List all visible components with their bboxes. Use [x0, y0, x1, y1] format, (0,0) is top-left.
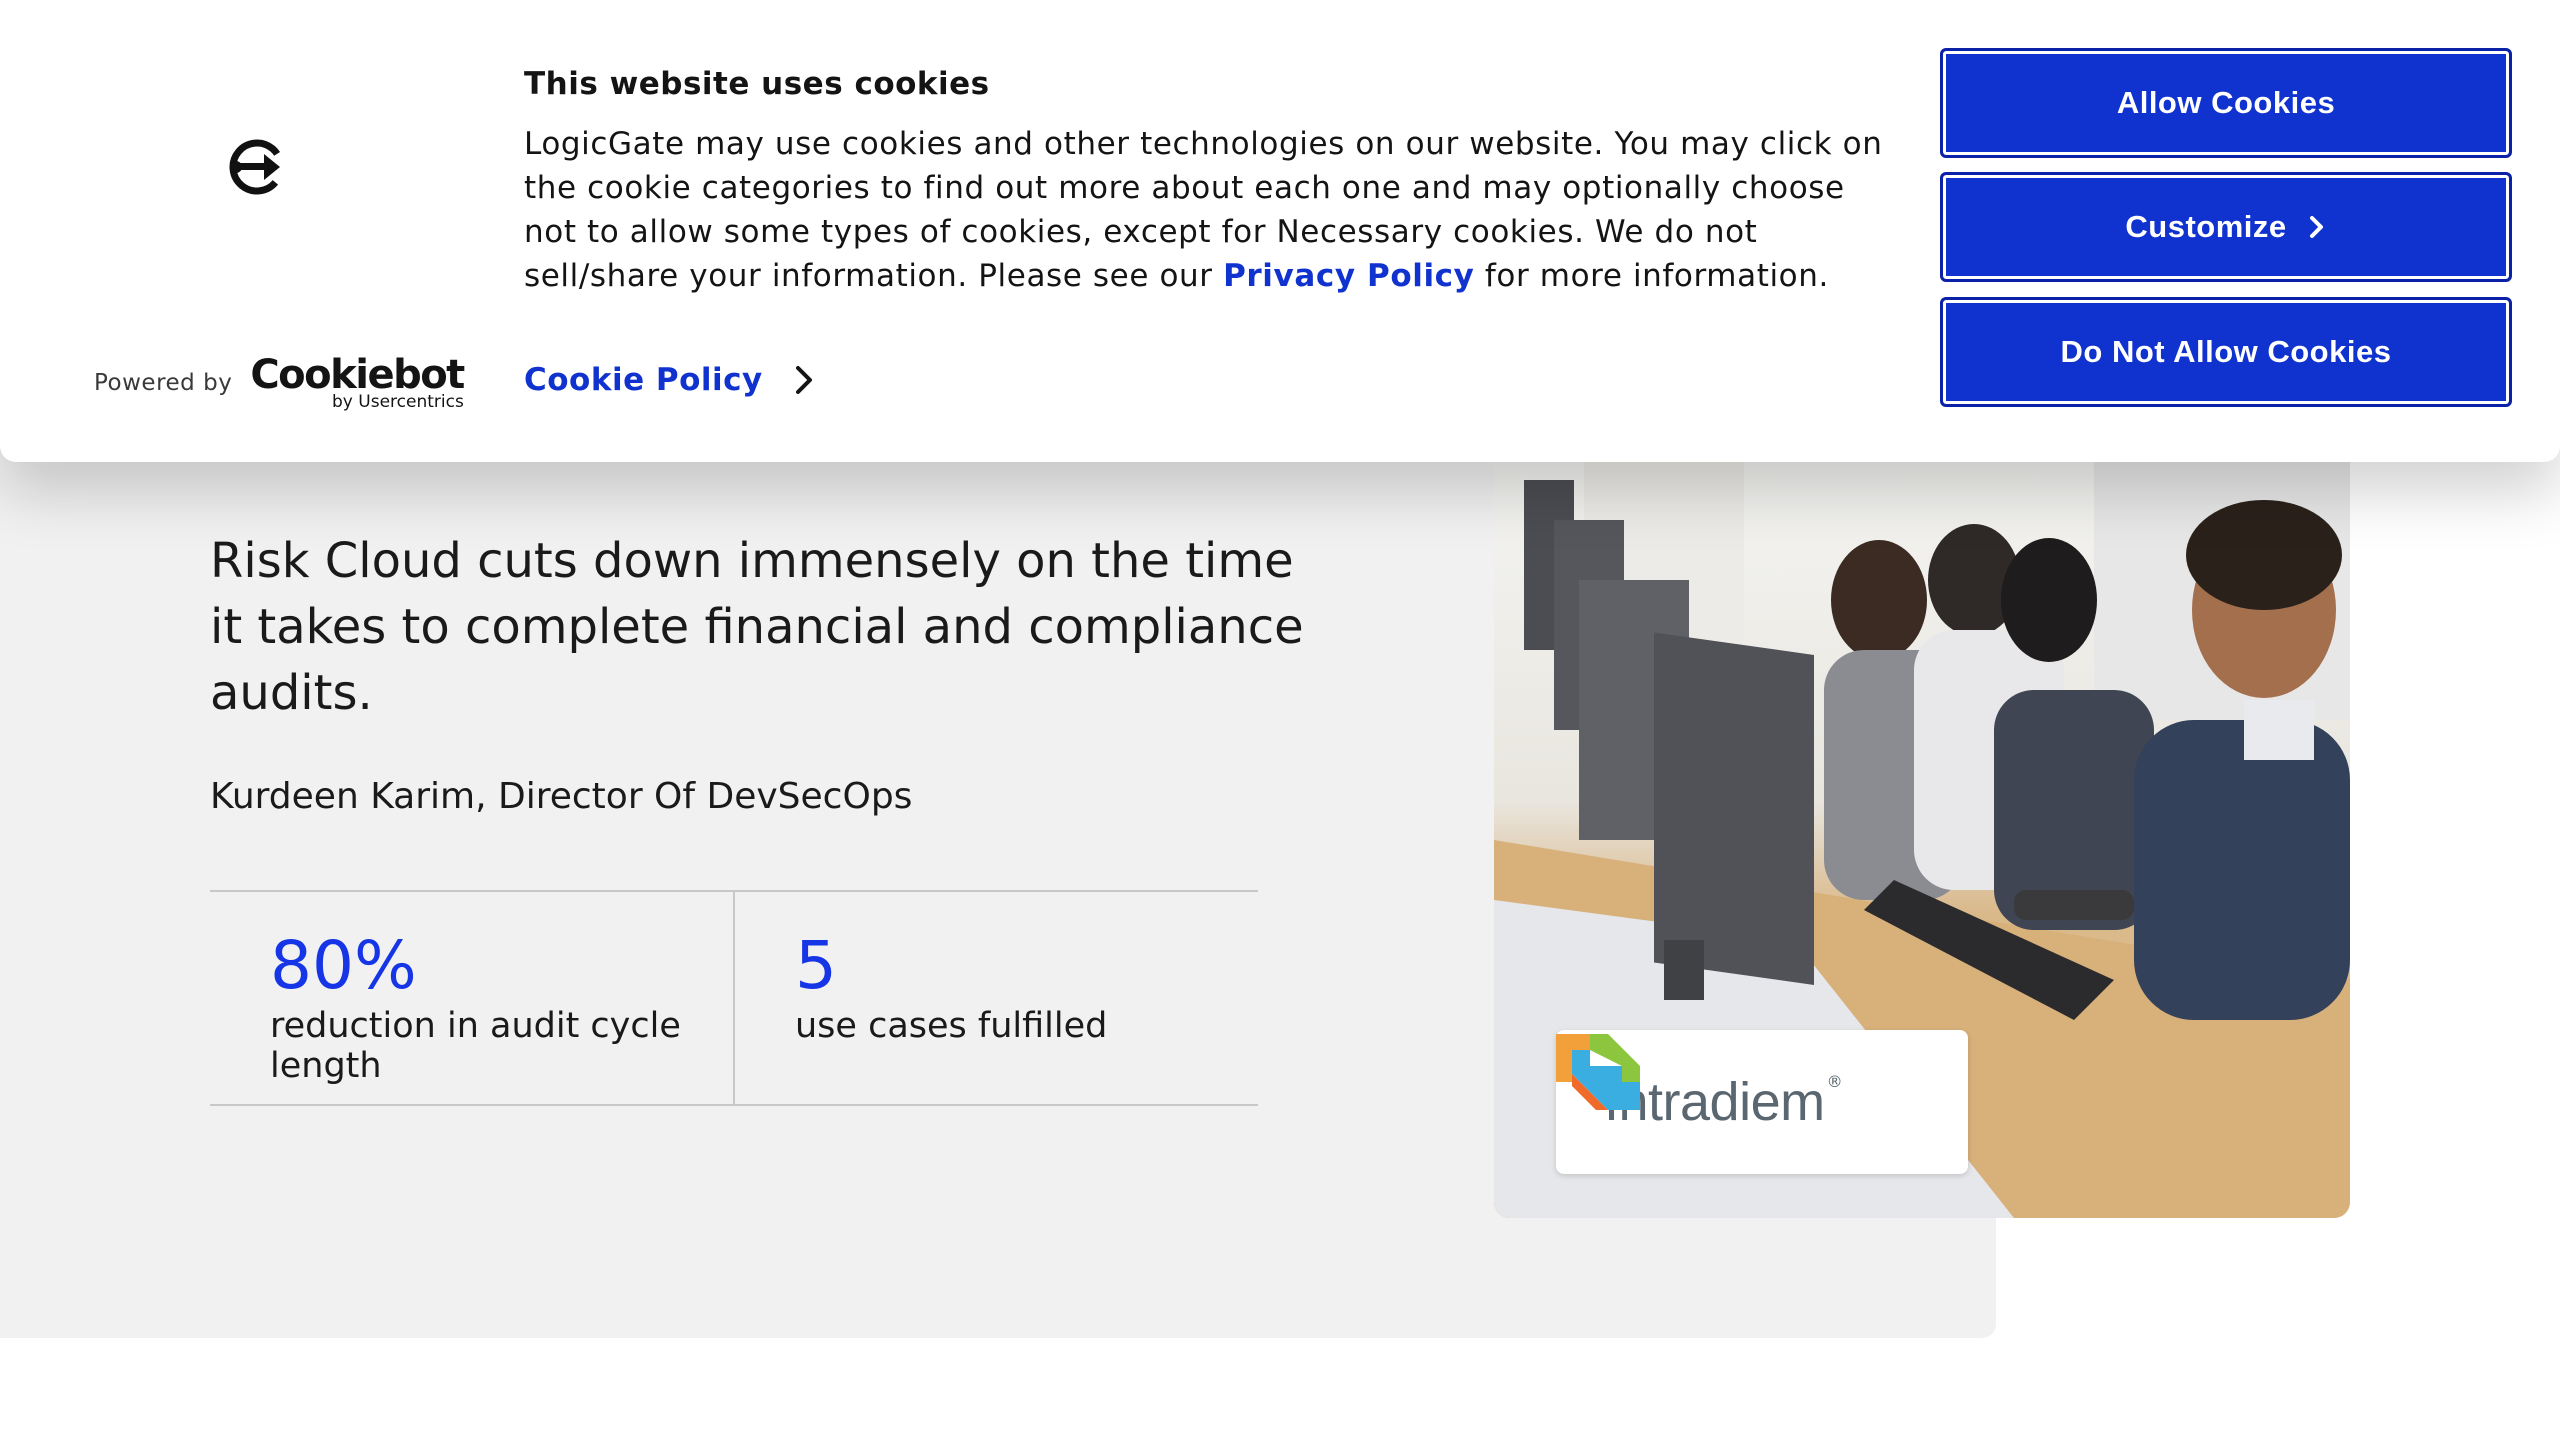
cookiebot-logo: Cookiebot by Usercentrics	[250, 352, 465, 412]
stat-audit-reduction: 80% reduction in audit cycle length	[210, 892, 733, 1104]
stat-label: use cases fulfilled	[795, 1006, 1108, 1046]
stat-value: 80%	[270, 927, 417, 1004]
cookiebot-wordmark: Cookiebot	[250, 352, 465, 398]
testimonial-author: Kurdeen Karim, Director Of DevSecOps	[210, 776, 913, 817]
allow-cookies-button[interactable]: Allow Cookies	[1940, 48, 2512, 158]
chevron-right-icon	[2309, 216, 2323, 238]
do-not-allow-label: Do Not Allow Cookies	[2060, 334, 2392, 369]
stat-value: 5	[795, 927, 837, 1004]
stats-row: 80% reduction in audit cycle length 5 us…	[210, 890, 1258, 1106]
customize-label: Customize	[2125, 209, 2287, 244]
powered-by-label: Powered by	[94, 370, 233, 396]
privacy-policy-link[interactable]: Privacy Policy	[1223, 258, 1474, 294]
customize-button[interactable]: Customize	[1940, 172, 2512, 282]
cookie-banner-title: This website uses cookies	[524, 66, 990, 102]
registered-mark: ®	[1826, 1072, 1843, 1091]
customer-logo-card: Intradiem ®	[1556, 1030, 1968, 1174]
do-not-allow-cookies-button[interactable]: Do Not Allow Cookies	[1940, 297, 2512, 407]
cookie-banner-text: LogicGate may use cookies and other tech…	[524, 122, 1904, 298]
stat-label: reduction in audit cycle length	[270, 1006, 681, 1086]
intradiem-mark-icon	[1556, 1034, 1640, 1110]
customer-photo: Intradiem ®	[1494, 460, 2350, 1218]
stat-use-cases: 5 use cases fulfilled	[733, 892, 1258, 1104]
testimonial-quote: Risk Cloud cuts down immensely on the ti…	[210, 533, 1304, 721]
cookie-policy-label: Cookie Policy	[524, 362, 763, 398]
cookie-body-suffix: for more information.	[1474, 258, 1829, 294]
cookiebot-subtitle: by Usercentrics	[332, 392, 464, 412]
cookie-policy-link[interactable]: Cookie Policy	[524, 362, 815, 398]
allow-cookies-label: Allow Cookies	[2116, 85, 2336, 120]
logicgate-logo-icon	[229, 139, 285, 195]
powered-by-cookiebot[interactable]: Powered by Cookiebot by Usercentrics	[94, 352, 465, 412]
chevron-right-icon	[795, 366, 812, 394]
cookie-consent-banner: Powered by Cookiebot by Usercentrics Thi…	[0, 0, 2560, 462]
